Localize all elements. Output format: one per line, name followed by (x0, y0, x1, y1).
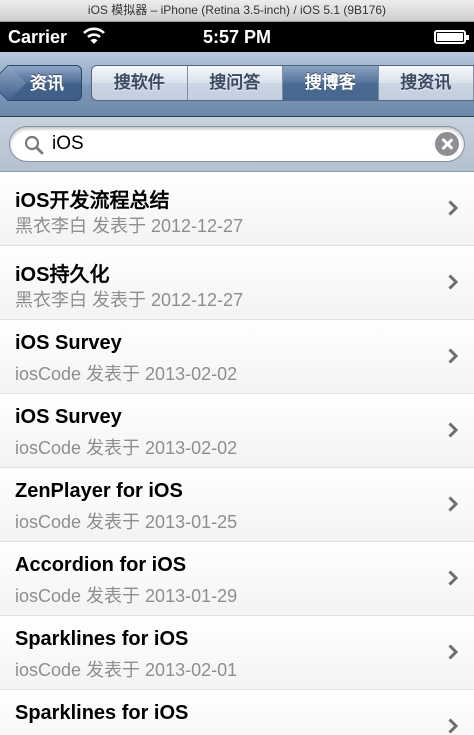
chevron-right-icon (448, 570, 458, 586)
item-title: Accordion for iOS (15, 554, 186, 577)
clear-icon[interactable] (435, 132, 459, 156)
list-item[interactable]: ZenPlayer for iOS iosCode 发表于 2013-01-25 (0, 468, 474, 542)
chevron-right-icon (448, 422, 458, 438)
item-subtitle: 黑衣李白 发表于 2012-12-27 (15, 212, 243, 238)
segment-label: 搜软件 (114, 73, 165, 92)
search-bar (0, 117, 474, 172)
chevron-right-icon (448, 274, 458, 290)
search-field[interactable] (9, 126, 465, 162)
search-input[interactable] (52, 127, 420, 161)
segment-label: 搜博客 (305, 73, 356, 92)
segment-news[interactable]: 搜资讯 (379, 66, 474, 100)
navigation-bar: 资讯 搜软件 搜问答 搜博客 搜资讯 (0, 52, 474, 117)
segment-blogs[interactable]: 搜博客 (283, 66, 379, 100)
chevron-right-icon (448, 348, 458, 364)
list-item[interactable]: Accordion for iOS iosCode 发表于 2013-01-29 (0, 542, 474, 616)
item-title: ZenPlayer for iOS (15, 480, 183, 503)
segment-software[interactable]: 搜软件 (92, 66, 188, 100)
item-title: iOS Survey (15, 332, 122, 355)
window-title: iOS 模拟器 – iPhone (Retina 3.5-inch) / iOS… (88, 3, 386, 17)
list-item[interactable]: Sparklines for iOS iosCode 发表于 2013-02-0… (0, 616, 474, 690)
list-item[interactable]: Sparklines for iOS (0, 690, 474, 735)
search-type-segmented-control: 搜软件 搜问答 搜博客 搜资讯 (91, 65, 474, 101)
item-subtitle: iosCode 发表于 2013-02-02 (15, 360, 237, 386)
list-item[interactable]: iOS Survey iosCode 发表于 2013-02-02 (0, 394, 474, 468)
item-title: iOS持久化 (15, 258, 109, 287)
item-title: Sparklines for iOS (15, 628, 188, 651)
list-item[interactable]: iOS开发流程总结 黑衣李白 发表于 2012-12-27 (0, 172, 474, 246)
chevron-right-icon (448, 496, 458, 512)
segment-questions[interactable]: 搜问答 (188, 66, 284, 100)
item-subtitle: 黑衣李白 发表于 2012-12-27 (15, 286, 243, 312)
item-subtitle: iosCode 发表于 2013-01-29 (15, 582, 237, 608)
search-icon (24, 135, 44, 155)
item-subtitle: iosCode 发表于 2013-02-02 (15, 434, 237, 460)
item-subtitle: iosCode 发表于 2013-02-01 (15, 656, 237, 682)
segment-label: 搜问答 (209, 73, 260, 92)
chevron-right-icon (448, 644, 458, 660)
results-list: iOS开发流程总结 黑衣李白 发表于 2012-12-27 iOS持久化 黑衣李… (0, 172, 474, 735)
item-subtitle: iosCode 发表于 2013-01-25 (15, 508, 237, 534)
list-item[interactable]: iOS Survey iosCode 发表于 2013-02-02 (0, 320, 474, 394)
list-item[interactable]: iOS持久化 黑衣李白 发表于 2012-12-27 (0, 246, 474, 320)
status-bar: Carrier 5:57 PM (0, 22, 474, 52)
segment-label: 搜资讯 (400, 73, 451, 92)
battery-icon (434, 30, 466, 44)
chevron-right-icon (448, 200, 458, 216)
item-title: iOS Survey (15, 406, 122, 429)
item-title: iOS开发流程总结 (15, 184, 169, 213)
simulator-title-bar: iOS 模拟器 – iPhone (Retina 3.5-inch) / iOS… (0, 0, 474, 22)
status-time: 5:57 PM (0, 27, 474, 48)
battery-fill (437, 33, 463, 41)
back-button-label: 资讯 (30, 74, 64, 93)
item-title: Sparklines for iOS (15, 702, 188, 725)
back-button[interactable]: 资讯 (8, 65, 82, 101)
